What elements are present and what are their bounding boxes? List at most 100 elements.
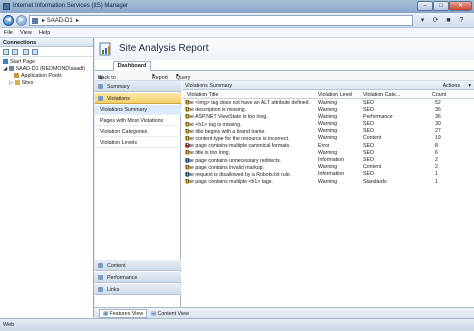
table-row[interactable]: ✕ The page contains multiple canonical fo…: [182, 142, 474, 149]
violation-count-cell: 1: [435, 178, 438, 185]
content-icon: [98, 263, 103, 268]
tree-item-sites[interactable]: ▷ Sites: [9, 80, 33, 86]
violation-category-cell: SEO: [363, 121, 374, 128]
violation-level-cell: Warning: [318, 106, 338, 113]
maximize-button[interactable]: □: [433, 1, 449, 11]
menu-view[interactable]: View: [20, 30, 32, 36]
nav-violations[interactable]: Violations: [95, 93, 181, 104]
column-violation-level[interactable]: Violation Level: [318, 92, 352, 98]
content-view-icon: ▤: [151, 311, 157, 317]
violation-category-cell: SEO: [363, 171, 374, 178]
tab-content-view[interactable]: ▤ Content View: [147, 309, 193, 318]
up-icon[interactable]: [23, 49, 29, 55]
table-row[interactable]: ! The title begins with a brand name. Warn…: [182, 128, 474, 135]
sites-folder-icon: [14, 80, 20, 85]
violations-icon: [98, 96, 103, 101]
violation-category-cell: SEO: [363, 106, 374, 113]
address-field[interactable]: ▸ SAAD-D1 ▸: [29, 15, 413, 26]
violation-count-cell: 36: [435, 113, 441, 120]
violation-category-cell: SEO: [363, 99, 374, 106]
refresh-icon[interactable]: ⟳: [430, 15, 441, 26]
connections-panel: Connections Start Page ◢ SAAD-D1 (REDMON…: [0, 38, 94, 318]
connections-tree: Start Page ◢ SAAD-D1 (REDMOND\saadl) App…: [0, 57, 93, 97]
help-icon[interactable]: ?: [456, 15, 467, 26]
status-bar: Web: [0, 318, 474, 331]
collapse-icon[interactable]: ◢: [3, 66, 7, 72]
tree-item-server[interactable]: ◢ SAAD-D1 (REDMOND\saadl): [3, 66, 85, 72]
menu-help[interactable]: Help: [39, 30, 50, 36]
menu-bar: File View Help: [0, 28, 474, 38]
nav-content[interactable]: Content: [95, 260, 181, 271]
connect-icon[interactable]: [3, 49, 9, 55]
violation-level-cell: Warning: [318, 113, 338, 120]
violation-level-cell: Warning: [318, 128, 338, 135]
violation-category-cell: SEO: [363, 149, 374, 156]
iis-app-icon: [3, 3, 10, 10]
save-icon[interactable]: [12, 49, 18, 55]
violation-level-cell: Information: [318, 171, 344, 178]
address-bar: ◀ ▶ ▸ SAAD-D1 ▸ ▾ ⟳ ■ ?: [0, 13, 474, 28]
table-row[interactable]: ! The <h1> tag is missing. Warning SEO 30: [182, 121, 474, 128]
violation-count-cell: 6: [435, 149, 438, 156]
violation-category-cell: SEO: [363, 142, 374, 149]
tab-features-view[interactable]: ▦ Features View: [99, 309, 148, 318]
nav-item-violation-levels[interactable]: Violation Levels: [95, 138, 181, 148]
nav-item-violation-categories[interactable]: Violation Categories: [95, 127, 181, 137]
title-bar: Internet Information Services (IIS) Mana…: [0, 0, 474, 13]
violation-level-cell: Information: [318, 157, 344, 163]
table-row[interactable]: ! The ASP.NET ViewState is too long. Warni…: [182, 113, 474, 120]
nav-item-violations-summary[interactable]: Violations Summary: [95, 105, 181, 115]
table-row[interactable]: ! The <img> tag does not have an ALT attr…: [182, 99, 474, 106]
violation-category-cell: Performance: [363, 113, 393, 120]
violation-level-cell: Warning: [318, 99, 338, 106]
table-row[interactable]: ! The page contains multiple <h1> tags. Wa…: [182, 178, 474, 185]
nav-summary[interactable]: Summary: [95, 81, 181, 92]
report-title-bar: Violations Summary Actions ▾: [182, 81, 474, 90]
violation-level-cell: Warning: [318, 164, 338, 171]
close-button[interactable]: ✕: [449, 1, 472, 11]
violation-count-cell: 27: [435, 128, 441, 135]
table-row[interactable]: ! The description is missing. Warning SEO 36: [182, 106, 474, 113]
iis-manager-window: Internet Information Services (IIS) Mana…: [0, 0, 474, 331]
query-menu[interactable]: Query ▾: [176, 73, 190, 81]
report-icon: [99, 42, 111, 56]
violation-category-cell: SEO: [363, 157, 374, 163]
menu-file[interactable]: File: [4, 30, 13, 36]
violation-count-cell: 36: [435, 106, 441, 113]
back-arrow-icon[interactable]: ◀: [3, 15, 14, 26]
connect-server-icon[interactable]: [32, 49, 38, 55]
table-row[interactable]: ! The content type for the resource is in…: [182, 135, 474, 142]
actions-button[interactable]: Actions: [443, 83, 460, 89]
violation-count-cell: 2: [435, 157, 438, 163]
table-row[interactable]: i The request is disallowed by a Robots.t…: [182, 171, 474, 178]
table-row[interactable]: ! The title is too long. Warning SEO 6: [182, 149, 474, 156]
column-violation-title[interactable]: Violation Title: [187, 92, 218, 98]
nav-performance[interactable]: Performance: [95, 272, 181, 283]
forward-arrow-icon[interactable]: ▶: [16, 15, 27, 26]
column-violation-category[interactable]: Violation Cate...: [363, 92, 400, 98]
actions-dropdown-icon[interactable]: ▾: [468, 83, 471, 89]
tree-item-start-page[interactable]: Start Page: [3, 59, 35, 65]
minimize-button[interactable]: –: [417, 1, 433, 11]
address-separator: ▸: [42, 18, 46, 24]
column-count[interactable]: Count: [432, 92, 446, 98]
tab-dashboard[interactable]: Dashboard: [113, 61, 151, 71]
view-switcher: ▦ Features View ▤ Content View: [95, 307, 474, 318]
server-node-icon: [8, 66, 14, 71]
dropdown-icon[interactable]: ▾: [417, 15, 428, 26]
expand-icon[interactable]: ▷: [9, 80, 13, 86]
violation-count-cell: 30: [435, 121, 441, 128]
nav-item-pages-most-violations[interactable]: Pages with Most Violations: [95, 116, 181, 126]
table-row[interactable]: ! The page contains invalid markup. Warnin…: [182, 164, 474, 171]
table-row[interactable]: i The page contains unnecessary redirects…: [182, 157, 474, 164]
links-icon: [98, 287, 103, 292]
violation-level-cell: Warning: [318, 149, 338, 156]
violation-category-cell: Standards: [363, 178, 387, 185]
violation-level-cell: Warning: [318, 178, 338, 185]
nav-links[interactable]: Links: [95, 284, 181, 295]
summary-icon: [98, 84, 103, 89]
tree-item-application-pools[interactable]: Application Pools: [14, 73, 62, 79]
report-menu[interactable]: Report ▾: [152, 73, 168, 81]
performance-icon: [98, 275, 103, 280]
stop-icon[interactable]: ■: [443, 15, 454, 26]
